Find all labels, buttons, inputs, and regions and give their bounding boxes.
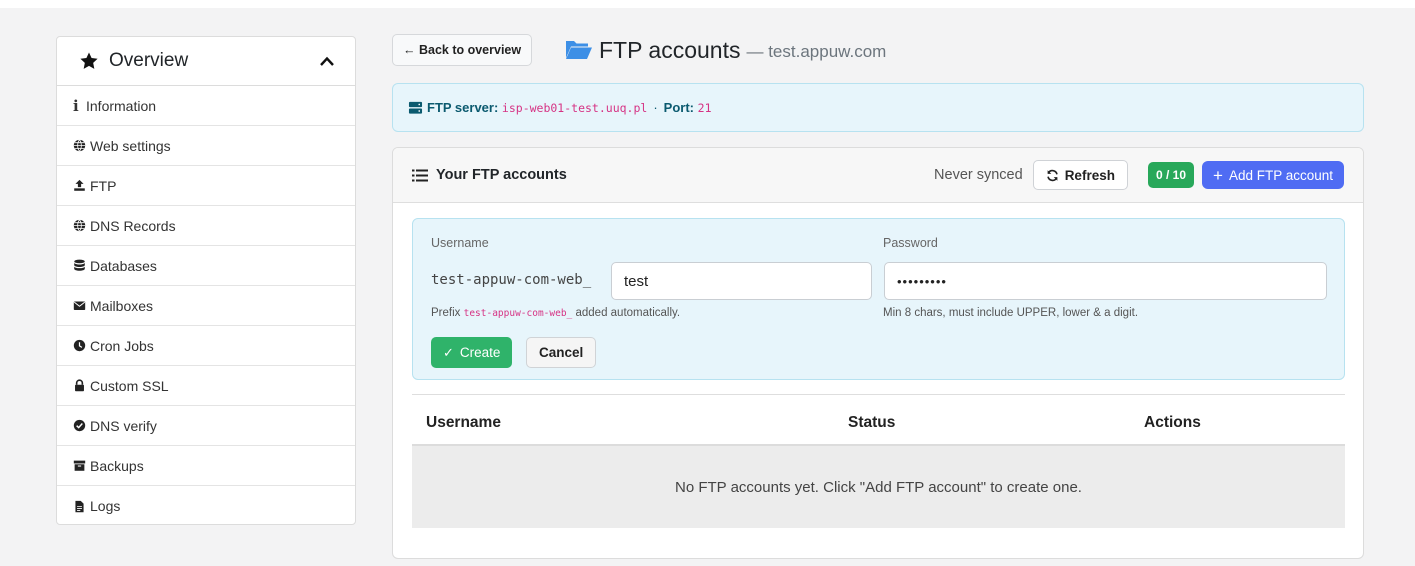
hint-text: added automatically. xyxy=(575,307,681,319)
folder-open-icon xyxy=(566,41,592,59)
add-ftp-account-label: Add FTP account xyxy=(1228,167,1333,183)
create-label: Create xyxy=(459,345,501,360)
sidebar-item-cron-jobs[interactable]: Cron Jobs xyxy=(57,326,355,366)
sidebar-item-label: DNS verify xyxy=(90,417,157,434)
star-icon xyxy=(80,52,98,69)
sidebar-header-overview[interactable]: Overview xyxy=(57,37,355,86)
sidebar-item-information[interactable]: i Information xyxy=(57,86,355,126)
sidebar-item-custom-ssl[interactable]: Custom SSL xyxy=(57,366,355,406)
upload-icon xyxy=(74,179,85,191)
sidebar-item-label: Custom SSL xyxy=(90,377,169,394)
file-icon xyxy=(75,500,84,512)
ftp-server-info: FTP server: isp-web01-test.uuq.pl · Port… xyxy=(392,83,1364,132)
sidebar-item-label: DNS Records xyxy=(90,217,176,234)
globe-icon xyxy=(73,219,86,232)
divider xyxy=(412,394,1345,395)
sidebar-item-dns-records[interactable]: DNS Records xyxy=(57,206,355,246)
add-ftp-account-button[interactable]: + Add FTP account xyxy=(1202,161,1344,189)
sidebar-item-databases[interactable]: Databases xyxy=(57,246,355,286)
sidebar-item-label: FTP xyxy=(90,177,117,194)
create-button[interactable]: ✓ Create xyxy=(431,337,513,368)
check-icon: ✓ xyxy=(443,344,454,360)
archive-icon xyxy=(73,460,86,471)
password-label: Password xyxy=(883,236,938,250)
card-title: Your FTP accounts xyxy=(436,167,567,183)
card-header: Your FTP accounts Never synced Refresh 0… xyxy=(393,148,1363,203)
port-label: Port: xyxy=(663,100,695,115)
sidebar-item-label: Cron Jobs xyxy=(90,337,154,354)
sidebar-item-label: Logs xyxy=(90,498,121,514)
port-value: 21 xyxy=(697,100,712,115)
sidebar-nav: Overview i Information Web settings FTP … xyxy=(56,36,356,525)
database-icon xyxy=(74,259,85,271)
username-hint: Prefix test-appuw-com-web_ added automat… xyxy=(431,307,680,319)
password-hint: Min 8 chars, must include UPPER, lower &… xyxy=(883,307,1139,319)
hint-prefix-code: test-appuw-com-web_ xyxy=(463,308,573,319)
sidebar-item-label: Information xyxy=(86,97,157,114)
username-prefix: test-appuw-com-web_ xyxy=(431,272,592,288)
sidebar-header-label: Overview xyxy=(109,50,189,71)
clock-icon xyxy=(73,339,86,352)
separator: · xyxy=(653,100,658,115)
sidebar-item-label: Backups xyxy=(90,457,144,474)
cancel-button[interactable]: Cancel xyxy=(526,337,597,368)
table-empty-state: No FTP accounts yet. Click "Add FTP acco… xyxy=(412,446,1345,528)
sidebar-item-web-settings[interactable]: Web settings xyxy=(57,126,355,166)
server-label: FTP server: xyxy=(427,100,499,115)
create-account-form: Username test-appuw-com-web_ test Prefix… xyxy=(412,218,1345,380)
list-icon xyxy=(412,169,428,181)
accounts-table-header: Username Status Actions xyxy=(412,401,1345,446)
username-label: Username xyxy=(431,236,489,250)
refresh-button[interactable]: Refresh xyxy=(1032,160,1128,190)
page-title: FTP accounts xyxy=(599,36,741,63)
password-input[interactable]: ••••••••• xyxy=(884,262,1327,300)
back-to-overview-button[interactable]: ← Back to overview xyxy=(392,34,533,66)
sidebar-item-label: Databases xyxy=(90,257,157,274)
sidebar-item-backups[interactable]: Backups xyxy=(57,446,355,486)
column-header-actions: Actions xyxy=(1144,414,1201,431)
sync-status: Never synced xyxy=(934,167,1023,183)
envelope-icon xyxy=(73,301,86,310)
chevron-up-icon[interactable] xyxy=(319,55,335,67)
server-icon xyxy=(408,101,423,114)
hint-text: Prefix xyxy=(431,307,461,319)
refresh-icon xyxy=(1046,169,1058,181)
refresh-label: Refresh xyxy=(1064,167,1115,183)
sidebar-item-ftp[interactable]: FTP xyxy=(57,166,355,206)
sidebar-item-dns-verify[interactable]: DNS verify xyxy=(57,406,355,446)
globe-icon xyxy=(73,139,86,152)
page-subtitle: — test.appuw.com xyxy=(746,41,887,61)
server-hostname: isp-web01-test.uuq.pl xyxy=(501,100,648,115)
ftp-accounts-card: Your FTP accounts Never synced Refresh 0… xyxy=(392,147,1364,559)
account-count-badge: 0 / 10 xyxy=(1147,162,1194,188)
info-icon: i xyxy=(73,96,79,115)
username-input[interactable]: test xyxy=(611,262,872,300)
check-circle-icon xyxy=(73,419,86,432)
sidebar-item-label: Mailboxes xyxy=(90,297,154,314)
sidebar-item-mailboxes[interactable]: Mailboxes xyxy=(57,286,355,326)
page-header: FTP accounts — test.appuw.com xyxy=(565,34,886,66)
sidebar-item-label: Web settings xyxy=(90,137,171,154)
column-header-status: Status xyxy=(848,414,896,431)
lock-icon xyxy=(75,379,84,392)
sidebar-item-logs[interactable]: Logs xyxy=(57,486,355,524)
top-strip xyxy=(0,0,1415,8)
plus-icon: + xyxy=(1213,165,1223,185)
column-header-username: Username xyxy=(426,414,501,431)
